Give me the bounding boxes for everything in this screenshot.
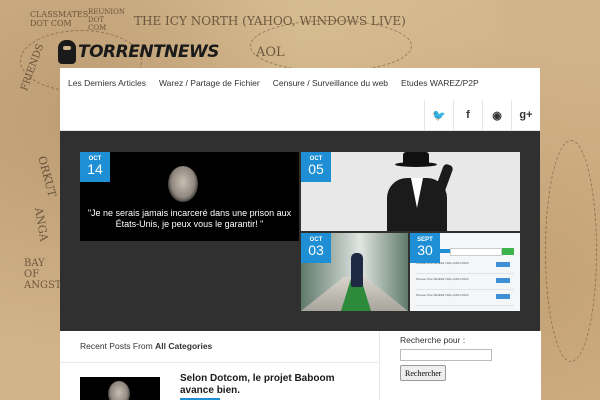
google-plus-icon[interactable]: g+ [511, 100, 540, 130]
rss-icon[interactable]: ◉ [482, 100, 511, 130]
slide-photo [168, 166, 198, 202]
slide-hat[interactable]: OCT 05 [301, 152, 520, 231]
slide-main[interactable]: "Je ne serais jamais incarceré dans une … [80, 152, 299, 241]
list-item: Pioneer.One.S01E02.720p.x264-VODO [416, 275, 514, 290]
nav-item-derniers-articles[interactable]: Les Derniers Articles [68, 78, 156, 88]
search-input[interactable] [400, 349, 492, 361]
nav-item-etudes[interactable]: Etudes WAREZ/P2P [401, 78, 489, 88]
category-filter[interactable]: All Categories [155, 341, 212, 351]
page-container: Les Derniers Articles Warez / Partage de… [60, 68, 541, 400]
date-day: 05 [308, 161, 324, 177]
map-label-bay-of-angst: BAY OF ANGST [24, 258, 62, 291]
search-button[interactable]: Rechercher [400, 365, 447, 381]
nav-item-censure[interactable]: Censure / Surveillance du web [273, 78, 398, 88]
date-day: 30 [417, 242, 433, 258]
site-logo[interactable]: TORRENTNEWS [58, 40, 220, 64]
sidebar-search: Recherche pour : Rechercher [379, 331, 541, 400]
map-border [545, 140, 597, 362]
map-label-anga: ANGA [31, 206, 51, 243]
featured-slider: "Je ne serais jamais incarceré dans une … [60, 131, 540, 331]
logo-text: TORRENTNEWS [78, 42, 220, 62]
main-navigation: Les Derniers Articles Warez / Partage de… [60, 68, 540, 131]
recent-posts-prefix: Recent Posts From [80, 341, 153, 351]
date-badge: OCT 14 [80, 152, 110, 182]
map-label-classmates: CLASSMATES DOT COM [30, 10, 89, 28]
map-border [250, 20, 412, 72]
map-label-reunion: REUNION DOT COM [88, 8, 126, 32]
logo-mascot-icon [58, 40, 76, 64]
post-thumbnail[interactable] [80, 377, 160, 400]
date-badge: OCT 03 [301, 233, 331, 263]
recent-posts-header: Recent Posts From All Categories [60, 332, 378, 363]
twitter-icon[interactable]: 🐦 [424, 100, 453, 130]
slide-screenshot[interactable]: Pioneer.One.S01E01.720p.x264-VODO Pionee… [410, 233, 520, 311]
screenshot-input [450, 248, 502, 256]
list-item: Pioneer.One.S01E03.720p.x264-VODO [416, 291, 514, 306]
date-badge: SEPT 30 [410, 233, 440, 263]
date-day: 03 [308, 242, 324, 258]
screenshot-button [502, 248, 514, 255]
facebook-icon[interactable]: f [453, 100, 482, 130]
slide-photo [381, 152, 454, 231]
slide-hall[interactable]: OCT 03 [301, 233, 408, 311]
post-title[interactable]: Selon Dotcom, le projet Baboom avance bi… [180, 373, 360, 397]
slide-photo [351, 253, 363, 287]
date-day: 14 [87, 161, 103, 177]
slide-quote: "Je ne serais jamais incarceré dans une … [87, 208, 292, 229]
map-label-orkut: ORKUT [35, 154, 59, 199]
search-label: Recherche pour : [400, 335, 466, 345]
nav-item-warez[interactable]: Warez / Partage de Fichier [159, 78, 270, 88]
social-links: 🐦 f ◉ g+ [424, 100, 540, 130]
date-badge: OCT 05 [301, 152, 331, 182]
